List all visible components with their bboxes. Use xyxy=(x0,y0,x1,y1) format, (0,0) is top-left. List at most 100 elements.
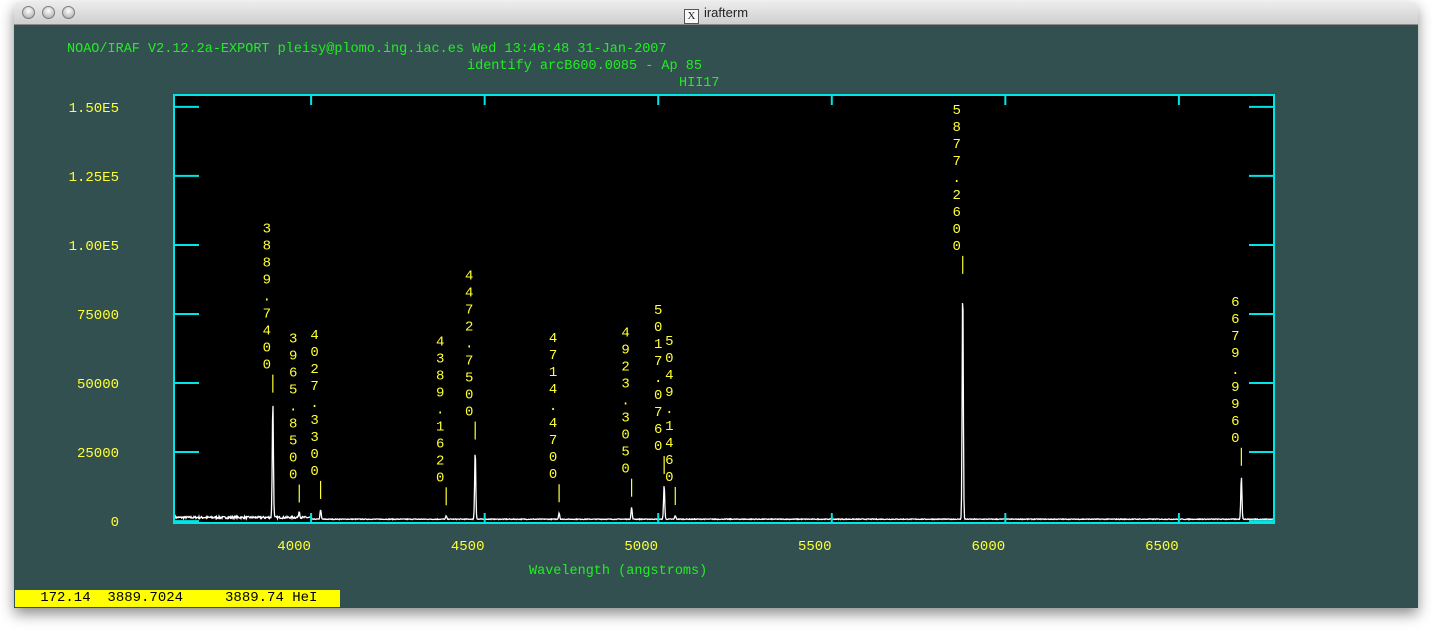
line-label-char: 9 xyxy=(1231,346,1239,362)
line-label-char: 0 xyxy=(953,222,961,238)
line-label-char: . xyxy=(549,399,557,415)
line-label-char: 7 xyxy=(1231,329,1239,345)
line-label-char: 7 xyxy=(549,433,557,449)
line-label: 4472.7500 xyxy=(465,269,473,421)
line-label-char: 7 xyxy=(654,405,662,421)
line-label-char: . xyxy=(1231,363,1239,379)
line-label-char: 6 xyxy=(654,422,662,438)
line-label-char: 8 xyxy=(436,368,444,384)
header-line-3: HII17 xyxy=(679,76,720,91)
y-tick-label: 1.25E5 xyxy=(69,170,119,186)
line-label-char: 4 xyxy=(665,436,673,452)
line-label-char: 9 xyxy=(263,273,271,289)
line-label-char: 7 xyxy=(263,307,271,323)
line-label-char: 5 xyxy=(621,445,629,461)
header-line-1: NOAO/IRAF V2.12.2a-EXPORT pleisy@plomo.i… xyxy=(67,42,667,57)
line-label-char: 1 xyxy=(436,419,444,435)
x11-icon: X xyxy=(683,9,699,24)
line-label-char: 4 xyxy=(465,269,473,285)
line-label-char: 6 xyxy=(1231,414,1239,430)
line-label-char: 8 xyxy=(289,417,297,433)
x-tick-label: 6000 xyxy=(972,539,1006,555)
line-label-char: 7 xyxy=(953,137,961,153)
x-tick-label: 4500 xyxy=(451,539,485,555)
line-label-char: . xyxy=(436,402,444,418)
window-title-text: irafterm xyxy=(703,5,749,20)
line-label-char: 1 xyxy=(549,365,557,381)
line-label-char: 0 xyxy=(665,351,673,367)
line-label-char: 3 xyxy=(621,377,629,393)
line-label: 5049.1460 xyxy=(665,334,673,486)
line-label-char: 4 xyxy=(436,334,444,350)
title-bar[interactable]: Xirafterm xyxy=(14,2,1418,25)
line-label-char: 6 xyxy=(1231,312,1239,328)
line-label-char: 0 xyxy=(665,470,673,486)
line-label-char: 2 xyxy=(621,360,629,376)
line-label-char: 2 xyxy=(953,188,961,204)
line-label-char: 3 xyxy=(621,411,629,427)
line-label-char: . xyxy=(953,171,961,187)
line-label-char: 0 xyxy=(654,320,662,336)
line-label-char: 4 xyxy=(549,416,557,432)
line-label: 5877.2600 xyxy=(953,103,961,255)
line-label-char: 0 xyxy=(289,451,297,467)
line-label-char: 0 xyxy=(310,345,318,361)
line-label-char: 3 xyxy=(436,351,444,367)
y-tick-label: 50000 xyxy=(77,377,119,393)
x-axis-label: Wavelength (angstroms) xyxy=(529,564,707,579)
y-tick-label: 25000 xyxy=(77,446,119,462)
line-label-char: 9 xyxy=(1231,397,1239,413)
line-label-char: 6 xyxy=(289,366,297,382)
line-label-char: 0 xyxy=(621,428,629,444)
line-label-char: 7 xyxy=(953,154,961,170)
line-label-char: 0 xyxy=(289,468,297,484)
line-label-char: 9 xyxy=(289,349,297,365)
line-label-char: 5 xyxy=(289,434,297,450)
line-label-char: 8 xyxy=(263,239,271,255)
line-label-char: 5 xyxy=(289,383,297,399)
x-tick-label: 6500 xyxy=(1145,539,1179,555)
y-tick-label: 0 xyxy=(111,515,119,531)
line-label-char: . xyxy=(654,371,662,387)
line-label-char: 0 xyxy=(953,239,961,255)
line-label-char: 0 xyxy=(621,462,629,478)
identify-plot[interactable]: NOAO/IRAF V2.12.2a-EXPORT pleisy@plomo.i… xyxy=(14,25,1418,608)
line-label-char: 1 xyxy=(654,337,662,353)
line-label: 3889.7400 xyxy=(263,222,271,374)
irafterm-window: Xirafterm NOAO/IRAF V2.12.2a-EXPORT plei… xyxy=(14,2,1418,608)
line-label-char: 2 xyxy=(465,320,473,336)
graphics-terminal[interactable]: NOAO/IRAF V2.12.2a-EXPORT pleisy@plomo.i… xyxy=(14,25,1418,608)
line-label-char: 8 xyxy=(263,256,271,272)
line-label-char: 0 xyxy=(1231,431,1239,447)
line-label: 3965.8500 xyxy=(289,332,297,484)
line-label-char: 0 xyxy=(549,467,557,483)
window-title: Xirafterm xyxy=(14,5,1418,24)
line-label-char: 7 xyxy=(654,354,662,370)
line-label-char: 5 xyxy=(654,303,662,319)
line-label-char: 2 xyxy=(436,453,444,469)
plot-area xyxy=(174,95,1274,523)
line-label-char: . xyxy=(263,290,271,306)
line-label-char: 6 xyxy=(1231,295,1239,311)
line-label-char: 5 xyxy=(953,103,961,119)
line-label-char: 4 xyxy=(549,331,557,347)
line-label-char: 0 xyxy=(654,439,662,455)
status-line: 172.14 3889.7024 3889.74 HeI xyxy=(15,590,340,607)
line-label: 6679.9960 xyxy=(1231,295,1239,447)
line-label-char: 0 xyxy=(310,464,318,480)
line-label-char: 5 xyxy=(665,334,673,350)
line-label-char: 7 xyxy=(310,379,318,395)
line-label: 4027.3300 xyxy=(310,328,318,480)
line-label-char: 4 xyxy=(263,324,271,340)
line-label-char: 9 xyxy=(621,343,629,359)
line-label-char: . xyxy=(621,394,629,410)
line-label-char: 3 xyxy=(263,222,271,238)
line-label-char: 0 xyxy=(654,388,662,404)
line-label-char: 2 xyxy=(310,362,318,378)
line-label-char: 0 xyxy=(263,358,271,374)
y-tick-label: 1.50E5 xyxy=(69,101,119,117)
line-label-char: 4 xyxy=(465,286,473,302)
line-label: 4389.1620 xyxy=(436,334,444,486)
line-label-char: 9 xyxy=(436,385,444,401)
line-label-char: 4 xyxy=(621,326,629,342)
